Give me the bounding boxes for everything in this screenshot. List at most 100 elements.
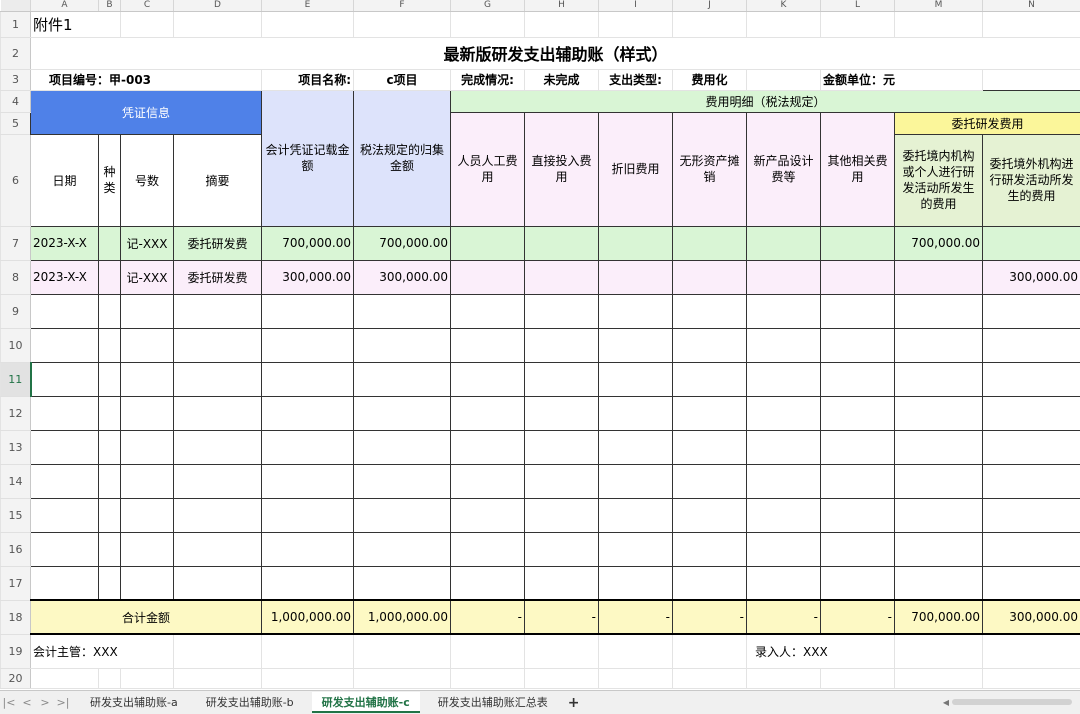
- completion-value[interactable]: 未完成: [525, 69, 599, 90]
- labor-header[interactable]: 人员人工费用: [451, 112, 525, 226]
- row-header[interactable]: 5: [1, 112, 31, 134]
- column-header[interactable]: B: [99, 0, 121, 11]
- tax-amount-header[interactable]: 税法规定的归集金额: [354, 90, 451, 226]
- record-date[interactable]: 2023-X-X: [31, 226, 99, 260]
- row-header[interactable]: 2: [1, 37, 31, 69]
- attachment-label[interactable]: 附件1: [31, 11, 121, 37]
- row-header[interactable]: 3: [1, 69, 31, 90]
- row-header[interactable]: 12: [1, 396, 31, 430]
- column-header[interactable]: J: [673, 0, 747, 11]
- row-header[interactable]: 15: [1, 498, 31, 532]
- entrusted-rd-header[interactable]: 委托研发费用: [895, 112, 1080, 134]
- record-accounting-amount[interactable]: 300,000.00: [262, 260, 354, 294]
- total-label[interactable]: 合计金额: [31, 600, 262, 634]
- record-domestic-amount[interactable]: 700,000.00: [895, 226, 983, 260]
- row-header[interactable]: 13: [1, 430, 31, 464]
- total-foreign-amount[interactable]: 300,000.00: [983, 600, 1080, 634]
- record-kind[interactable]: [99, 226, 121, 260]
- spreadsheet-grid[interactable]: A B C D E F G H I J K L M N 1 附件1 2 最新版研…: [0, 0, 1080, 690]
- sheet-tab-summary[interactable]: 研发支出辅助账汇总表: [428, 692, 558, 713]
- column-header[interactable]: D: [174, 0, 262, 11]
- record-kind[interactable]: [99, 260, 121, 294]
- completion-label[interactable]: 完成情况:: [451, 69, 525, 90]
- row-header[interactable]: 4: [1, 90, 31, 112]
- row-header[interactable]: 14: [1, 464, 31, 498]
- total-domestic-amount[interactable]: 700,000.00: [895, 600, 983, 634]
- record-number[interactable]: 记-XXX: [121, 260, 174, 294]
- total-intangible[interactable]: -: [673, 600, 747, 634]
- number-header[interactable]: 号数: [121, 134, 174, 226]
- total-depreciation[interactable]: -: [599, 600, 673, 634]
- row-header[interactable]: 8: [1, 260, 31, 294]
- row-header[interactable]: 18: [1, 600, 31, 634]
- sheet-tab-b[interactable]: 研发支出辅助账-b: [196, 692, 304, 713]
- active-cell[interactable]: [31, 362, 99, 396]
- horizontal-scrollbar[interactable]: ◀: [940, 697, 1072, 707]
- prev-sheet-icon[interactable]: <: [18, 696, 36, 709]
- column-header[interactable]: H: [525, 0, 599, 11]
- select-all-corner[interactable]: [1, 0, 31, 11]
- first-sheet-icon[interactable]: |<: [0, 696, 18, 709]
- total-new-product[interactable]: -: [747, 600, 821, 634]
- row-header[interactable]: 1: [1, 11, 31, 37]
- depreciation-header[interactable]: 折旧费用: [599, 112, 673, 226]
- total-direct-input[interactable]: -: [525, 600, 599, 634]
- amount-unit[interactable]: 金额单位：元: [821, 69, 983, 90]
- expense-type-value[interactable]: 费用化: [673, 69, 747, 90]
- row-header[interactable]: 20: [1, 668, 31, 688]
- total-labor[interactable]: -: [451, 600, 525, 634]
- record-tax-amount[interactable]: 300,000.00: [354, 260, 451, 294]
- record-accounting-amount[interactable]: 700,000.00: [262, 226, 354, 260]
- new-product-header[interactable]: 新产品设计费等: [747, 112, 821, 226]
- total-tax-amount[interactable]: 1,000,000.00: [354, 600, 451, 634]
- record-domestic-amount[interactable]: [895, 260, 983, 294]
- last-sheet-icon[interactable]: >|: [54, 696, 72, 709]
- row-header[interactable]: 9: [1, 294, 31, 328]
- expense-detail-header[interactable]: 费用明细（税法规定）: [451, 90, 1080, 112]
- row-header[interactable]: 16: [1, 532, 31, 566]
- other-header[interactable]: 其他相关费用: [821, 112, 895, 226]
- add-sheet-button[interactable]: +: [568, 695, 580, 711]
- total-accounting-amount[interactable]: 1,000,000.00: [262, 600, 354, 634]
- scroll-left-icon[interactable]: ◀: [940, 698, 952, 707]
- sheet-tab-a[interactable]: 研发支出辅助账-a: [80, 692, 188, 713]
- next-sheet-icon[interactable]: >: [36, 696, 54, 709]
- row-header[interactable]: 17: [1, 566, 31, 600]
- entry-person-label[interactable]: 录入人：XXX: [747, 634, 895, 668]
- entrusted-foreign-header[interactable]: 委托境外机构进行研发活动所发生的费用: [983, 134, 1080, 226]
- record-foreign-amount[interactable]: 300,000.00: [983, 260, 1080, 294]
- record-foreign-amount[interactable]: [983, 226, 1080, 260]
- column-header[interactable]: K: [747, 0, 821, 11]
- supervisor-label[interactable]: 会计主管：XXX: [31, 634, 174, 668]
- column-header[interactable]: G: [451, 0, 525, 11]
- entrusted-domestic-header[interactable]: 委托境内机构或个人进行研发活动所发生的费用: [895, 134, 983, 226]
- summary-header[interactable]: 摘要: [174, 134, 262, 226]
- row-header[interactable]: 10: [1, 328, 31, 362]
- record-summary[interactable]: 委托研发费: [174, 226, 262, 260]
- column-header[interactable]: N: [983, 0, 1080, 11]
- accounting-amount-header[interactable]: 会计凭证记载金额: [262, 90, 354, 226]
- column-header[interactable]: F: [354, 0, 451, 11]
- project-number[interactable]: 项目编号：甲-003: [31, 69, 262, 90]
- project-name-label[interactable]: 项目名称:: [262, 69, 354, 90]
- column-header[interactable]: I: [599, 0, 673, 11]
- direct-input-header[interactable]: 直接投入费用: [525, 112, 599, 226]
- row-header[interactable]: 19: [1, 634, 31, 668]
- sheet-title[interactable]: 最新版研发支出辅助账（样式）: [31, 37, 1080, 69]
- record-number[interactable]: 记-XXX: [121, 226, 174, 260]
- expense-type-label[interactable]: 支出类型:: [599, 69, 673, 90]
- voucher-info-header[interactable]: 凭证信息: [31, 90, 262, 134]
- column-header[interactable]: M: [895, 0, 983, 11]
- date-header[interactable]: 日期: [31, 134, 99, 226]
- total-other[interactable]: -: [821, 600, 895, 634]
- scrollbar-thumb[interactable]: [952, 699, 1072, 705]
- record-summary[interactable]: 委托研发费: [174, 260, 262, 294]
- column-header[interactable]: A: [31, 0, 99, 11]
- record-tax-amount[interactable]: 700,000.00: [354, 226, 451, 260]
- kind-header[interactable]: 种类: [99, 134, 121, 226]
- row-header-active[interactable]: 11: [1, 362, 31, 396]
- column-header[interactable]: C: [121, 0, 174, 11]
- column-header[interactable]: E: [262, 0, 354, 11]
- project-name-value[interactable]: c项目: [354, 69, 451, 90]
- intangible-header[interactable]: 无形资产摊销: [673, 112, 747, 226]
